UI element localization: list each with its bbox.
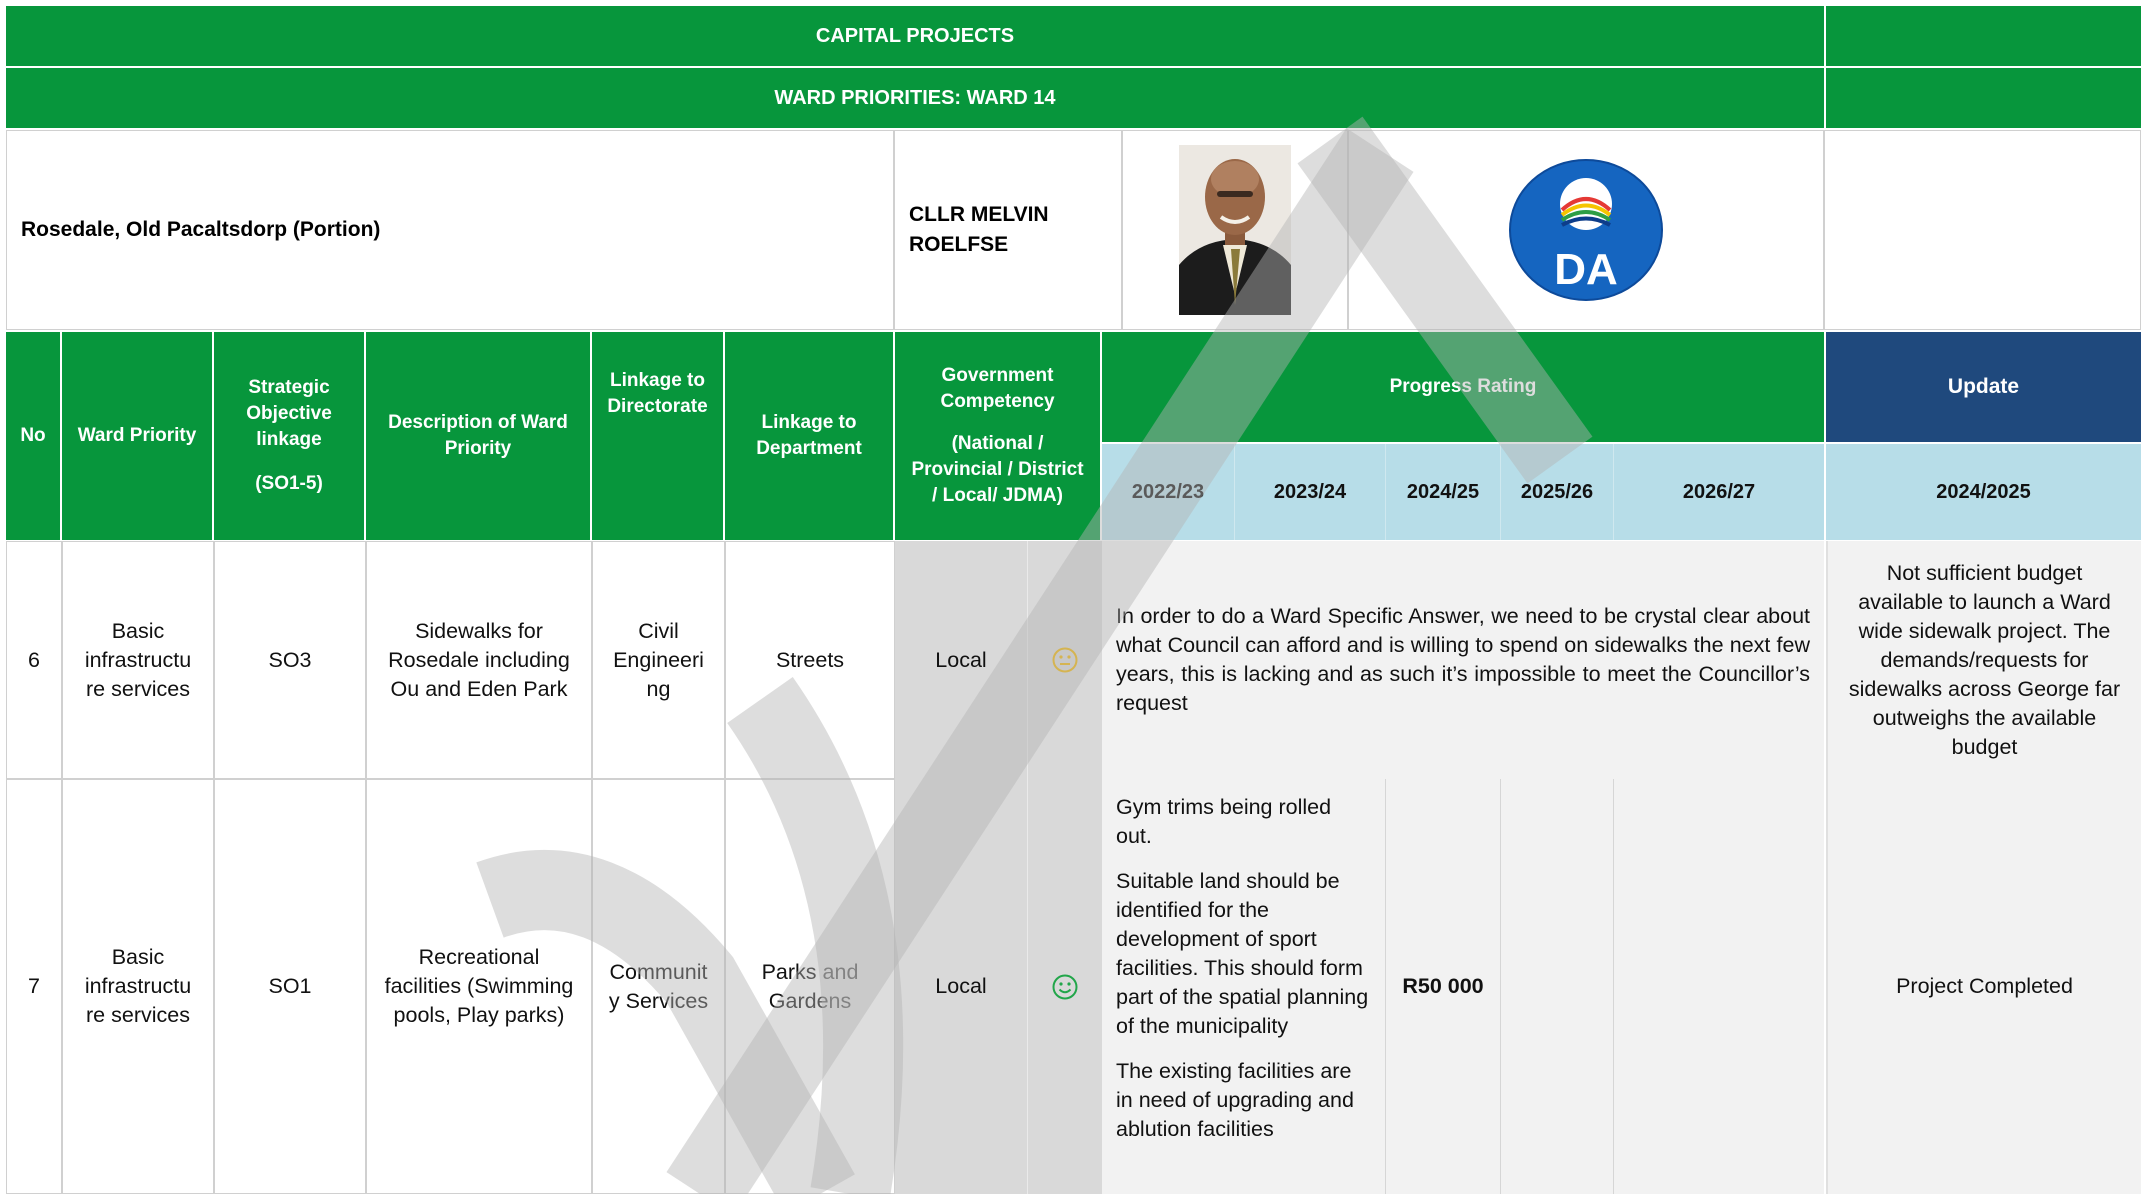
- row-6-progress-text: In order to do a Ward Specific Answer, w…: [1102, 541, 1824, 779]
- col-directorate: Linkage to Directorate: [592, 332, 725, 540]
- update-year-header: 2024/2025: [1826, 444, 2141, 540]
- ward-area: Rosedale, Old Pacaltsdorp (Portion): [6, 130, 894, 330]
- col-strategic-objective: Strategic Objective linkage (SO1-5): [214, 332, 366, 540]
- row-7-rating: [1028, 779, 1102, 1194]
- col-progress-rating: Progress Rating: [1102, 332, 1824, 442]
- title-bar-right: [1826, 6, 2141, 66]
- ward-info-right: [1824, 130, 2141, 330]
- councillor-photo-cell: [1122, 130, 1348, 330]
- col-ward-priority: Ward Priority: [62, 332, 214, 540]
- row-7-note-2: Suitable land should be identified for t…: [1116, 869, 1369, 1038]
- col-department: Linkage to Department: [725, 332, 895, 540]
- subtitle-bar: WARD PRIORITIES: WARD 14: [6, 68, 1824, 128]
- row-6-so: SO3: [214, 541, 366, 779]
- row-7-no: 7: [6, 779, 62, 1194]
- smiley-face-icon: [1052, 974, 1078, 999]
- subtitle-bar-right: [1826, 68, 2141, 128]
- col-no: No: [6, 332, 62, 540]
- year-header-2022-23: 2022/23: [1102, 444, 1235, 540]
- page-subtitle: WARD PRIORITIES: WARD 14: [774, 87, 1056, 109]
- row-7-budget-2024-25: R50 000: [1386, 779, 1501, 1194]
- neutral-face-icon: [1052, 647, 1078, 673]
- councillor-name: CLLR MELVIN ROELFSE: [894, 130, 1122, 330]
- row-6-ward-priority: Basic infrastructu re services: [62, 541, 214, 779]
- row-7-competency: Local: [895, 779, 1028, 1194]
- party-logo-cell: DA: [1348, 130, 1824, 330]
- row-7-directorate: Communit y Services: [592, 779, 725, 1194]
- year-header-2026-27: 2026/27: [1614, 444, 1824, 540]
- row-7-department: Parks and Gardens: [725, 779, 895, 1194]
- row-7-note-3: The existing facilities are in need of u…: [1116, 1059, 1354, 1141]
- row-7-progress-notes: Gym trims being rolled out. Suitable lan…: [1102, 779, 1386, 1194]
- row-7-2025-26: [1501, 779, 1614, 1194]
- row-7-so: SO1: [214, 779, 366, 1194]
- year-header-2024-25: 2024/25: [1386, 444, 1501, 540]
- col-description: Description of Ward Priority: [366, 332, 592, 540]
- row-6-no: 6: [6, 541, 62, 779]
- row-6-department: Streets: [725, 541, 895, 779]
- da-logo-text: DA: [1554, 245, 1618, 294]
- col-update: Update: [1826, 332, 2141, 442]
- councillor-photo: [1179, 145, 1291, 315]
- row-6-description: Sidewalks for Rosedale including Ou and …: [366, 541, 592, 779]
- row-7-2026-27: [1614, 779, 1824, 1194]
- row-6-rating: [1028, 541, 1102, 779]
- col-competency: Government Competency (National / Provin…: [895, 332, 1102, 540]
- row-6-update: Not sufficient budget available to launc…: [1826, 541, 2141, 779]
- year-header-2025-26: 2025/26: [1501, 444, 1614, 540]
- row-7-ward-priority: Basic infrastructu re services: [62, 779, 214, 1194]
- page: CAPITAL PROJECTS WARD PRIORITIES: WARD 1…: [0, 0, 2147, 1194]
- row-6-competency: Local: [895, 541, 1028, 779]
- row-7-description: Recreational facilities (Swimming pools,…: [366, 779, 592, 1194]
- page-title: CAPITAL PROJECTS: [815, 25, 1015, 47]
- row-7-update: Project Completed: [1826, 779, 2141, 1194]
- da-logo-icon: DA: [1509, 159, 1663, 301]
- year-header-2023-24: 2023/24: [1235, 444, 1386, 540]
- row-6-directorate: Civil Engineeri ng: [592, 541, 725, 779]
- row-7-note-1: Gym trims being rolled out.: [1116, 795, 1332, 848]
- title-bar: CAPITAL PROJECTS: [6, 6, 1824, 66]
